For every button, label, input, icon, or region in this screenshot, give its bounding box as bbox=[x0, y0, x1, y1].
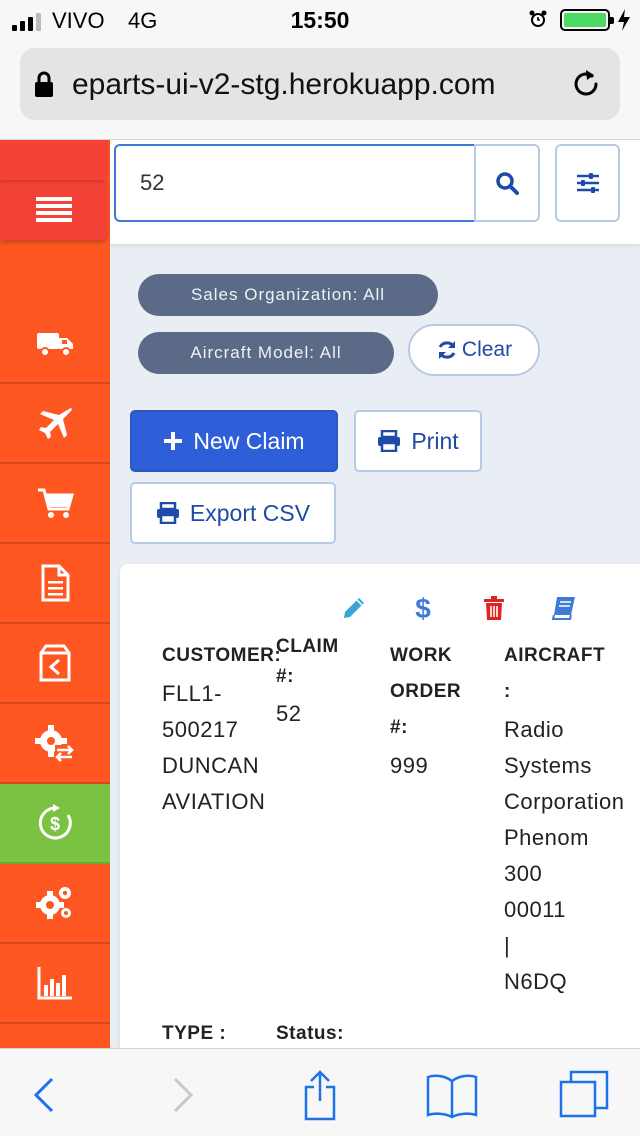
reload-icon[interactable] bbox=[568, 66, 604, 102]
sidebar-item-aircraft[interactable] bbox=[0, 384, 110, 464]
sidebar-item-cart[interactable] bbox=[0, 464, 110, 544]
sidebar-item-claims[interactable]: $ bbox=[0, 784, 110, 864]
claim-number-label: CLAIM #: bbox=[276, 636, 339, 687]
svg-text:$: $ bbox=[415, 593, 431, 623]
refresh-icon bbox=[438, 341, 456, 359]
new-claim-label: New Claim bbox=[193, 427, 305, 454]
plus-icon bbox=[164, 432, 183, 450]
claim-card: $ CUSTOMER: FLL1- 500217 DUNCAN AVIATION… bbox=[120, 564, 640, 1048]
back-button[interactable] bbox=[16, 1067, 72, 1123]
aircraft-value: Radio Systems Corporation Phenom 300 000… bbox=[504, 717, 625, 994]
menu-toggle-button[interactable] bbox=[0, 140, 108, 240]
forward-button[interactable] bbox=[155, 1067, 211, 1123]
work-order-value: 999 bbox=[390, 753, 429, 778]
work-order-label: WORK ORDER #: bbox=[390, 645, 462, 738]
return-box-icon bbox=[39, 644, 71, 682]
url-bar[interactable]: eparts-ui-v2-stg.herokuapp.com bbox=[20, 48, 620, 120]
trash-icon bbox=[484, 596, 504, 620]
filter-settings-button[interactable] bbox=[555, 144, 620, 222]
svg-text:$: $ bbox=[50, 814, 60, 834]
customer-value: FLL1- 500217 DUNCAN AVIATION bbox=[162, 681, 266, 814]
alarm-icon bbox=[529, 10, 547, 27]
gear-exchange-icon bbox=[35, 725, 74, 762]
details-button[interactable] bbox=[550, 594, 578, 622]
sidebar-item-documents[interactable] bbox=[0, 544, 110, 624]
printer-icon bbox=[156, 502, 179, 524]
gears-icon bbox=[36, 887, 71, 919]
sidebar-item-reports[interactable] bbox=[0, 944, 110, 1024]
truck-icon bbox=[37, 333, 73, 357]
main-content: 52 Sales Organization: All Aircraft Mode… bbox=[110, 140, 640, 1048]
dollar-icon: $ bbox=[415, 593, 431, 623]
type-label: TYPE : bbox=[162, 1023, 227, 1044]
search-bar: 52 bbox=[110, 140, 640, 244]
chevron-right-icon bbox=[173, 1077, 194, 1113]
browser-toolbar bbox=[0, 1048, 640, 1136]
sidebar-item-exchange[interactable] bbox=[0, 704, 110, 784]
menu-icon bbox=[36, 197, 72, 222]
lock-icon bbox=[35, 71, 53, 97]
battery-icon bbox=[560, 9, 614, 31]
charging-icon bbox=[618, 9, 630, 31]
export-csv-label: Export CSV bbox=[189, 499, 311, 526]
sales-org-filter-chip[interactable]: Sales Organization: All bbox=[138, 274, 438, 316]
edit-button[interactable] bbox=[340, 594, 368, 622]
export-csv-button[interactable]: Export CSV bbox=[130, 482, 336, 544]
clear-filters-button[interactable]: Clear bbox=[408, 324, 540, 376]
tabs-icon bbox=[559, 1070, 609, 1118]
plane-icon bbox=[39, 408, 72, 439]
aircraft-label: AIRCRAFT : bbox=[504, 645, 606, 702]
aircraft-model-filter-chip[interactable]: Aircraft Model: All bbox=[138, 332, 394, 374]
url-text[interactable]: eparts-ui-v2-stg.herokuapp.com bbox=[72, 68, 562, 102]
sidebar-item-settings[interactable] bbox=[0, 864, 110, 944]
bookmarks-button[interactable] bbox=[424, 1067, 480, 1123]
book-icon bbox=[551, 597, 575, 620]
clear-label: Clear bbox=[461, 338, 513, 361]
printer-icon bbox=[378, 430, 401, 452]
cart-icon bbox=[38, 488, 74, 518]
search-input[interactable]: 52 bbox=[114, 144, 476, 222]
share-icon bbox=[304, 1070, 336, 1121]
sidebar-item-returns[interactable] bbox=[0, 624, 110, 704]
print-button[interactable]: Print bbox=[354, 410, 482, 472]
chevron-left-icon bbox=[33, 1077, 54, 1113]
document-icon bbox=[41, 564, 70, 602]
sidebar-item-shipping[interactable] bbox=[0, 304, 110, 384]
pencil-icon bbox=[344, 598, 364, 618]
new-claim-button[interactable]: New Claim bbox=[130, 410, 338, 472]
sliders-icon bbox=[576, 173, 599, 193]
browser-url-area: eparts-ui-v2-stg.herokuapp.com bbox=[0, 40, 640, 140]
print-label: Print bbox=[411, 427, 459, 454]
search-button[interactable] bbox=[474, 144, 540, 222]
status-bar: VIVO 4G 15:50 bbox=[0, 0, 640, 40]
bar-chart-icon bbox=[37, 967, 72, 1000]
tabs-button[interactable] bbox=[556, 1067, 612, 1123]
search-icon bbox=[496, 172, 519, 195]
share-button[interactable] bbox=[292, 1067, 348, 1123]
customer-label: CUSTOMER: bbox=[162, 645, 282, 666]
status-label: Status: bbox=[276, 1023, 344, 1044]
open-book-icon bbox=[426, 1074, 478, 1119]
refund-dollar-icon: $ bbox=[38, 804, 72, 840]
sidebar: $ bbox=[0, 140, 110, 1048]
claim-number-value: 52 bbox=[276, 701, 302, 726]
delete-button[interactable] bbox=[480, 594, 508, 622]
payment-button[interactable]: $ bbox=[409, 593, 437, 623]
